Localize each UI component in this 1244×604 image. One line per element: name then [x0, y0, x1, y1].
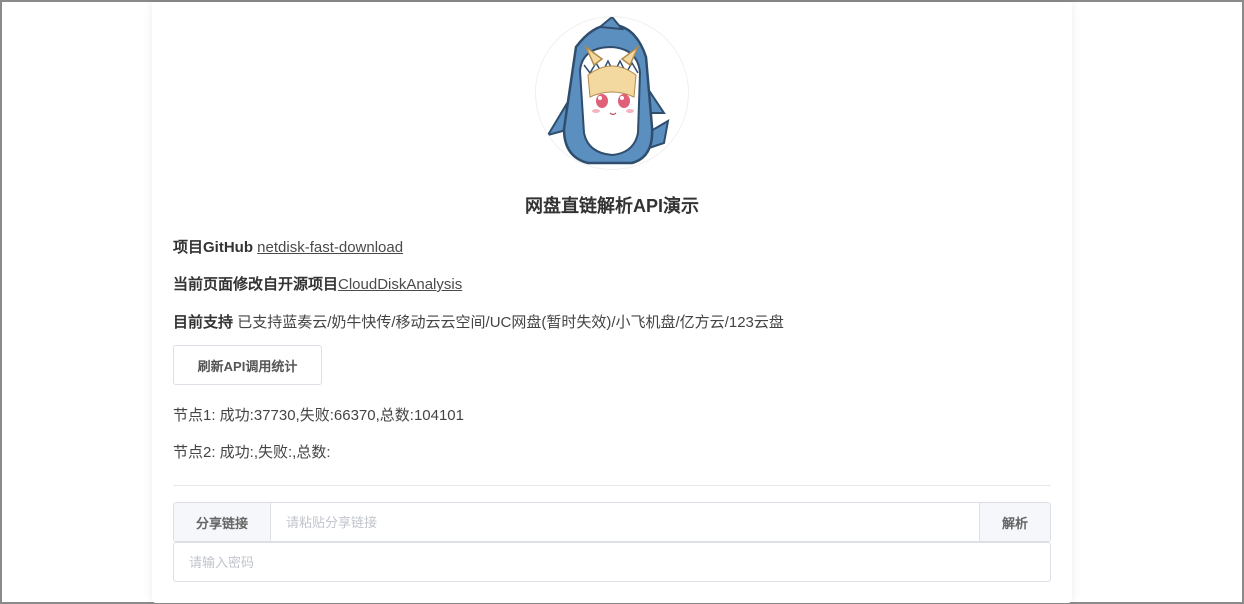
password-input[interactable] — [173, 542, 1051, 582]
share-link-group: 分享链接 解析 — [173, 502, 1051, 542]
page-title: 网盘直链解析API演示 — [524, 196, 699, 216]
support-label: 目前支持 — [173, 314, 234, 331]
github-link[interactable]: netdisk-fast-download — [257, 239, 403, 256]
divider — [173, 485, 1051, 486]
share-link-input[interactable] — [271, 503, 979, 541]
refresh-stats-button[interactable]: 刷新API调用统计 — [173, 345, 322, 385]
node1-stats: 节点1: 成功:37730,失败:66370,总数:104101 — [173, 407, 464, 424]
shark-mascot-icon — [545, 17, 670, 165]
github-line: 项目GitHub netdisk-fast-download — [173, 236, 403, 257]
source-link[interactable]: CloudDiskAnalysis — [338, 276, 462, 293]
node2-stats: 节点2: 成功:,失败:,总数: — [173, 444, 331, 461]
share-link-label: 分享链接 — [174, 503, 271, 541]
browser-frame: 网盘直链解析API演示 项目GitHub netdisk-fast-downlo… — [0, 0, 1244, 604]
github-label: 项目GitHub — [173, 239, 253, 256]
source-label: 当前页面修改自开源项目 — [173, 276, 339, 293]
main-card: 网盘直链解析API演示 项目GitHub netdisk-fast-downlo… — [152, 2, 1072, 603]
avatar — [535, 16, 689, 170]
source-line: 当前页面修改自开源项目CloudDiskAnalysis — [173, 273, 462, 294]
support-text: 已支持蓝奏云/奶牛快传/移动云云空间/UC网盘(暂时失效)/小飞机盘/亿方云/1… — [237, 314, 784, 331]
support-line: 目前支持 已支持蓝奏云/奶牛快传/移动云云空间/UC网盘(暂时失效)/小飞机盘/… — [173, 311, 784, 332]
parse-button[interactable]: 解析 — [979, 503, 1050, 541]
